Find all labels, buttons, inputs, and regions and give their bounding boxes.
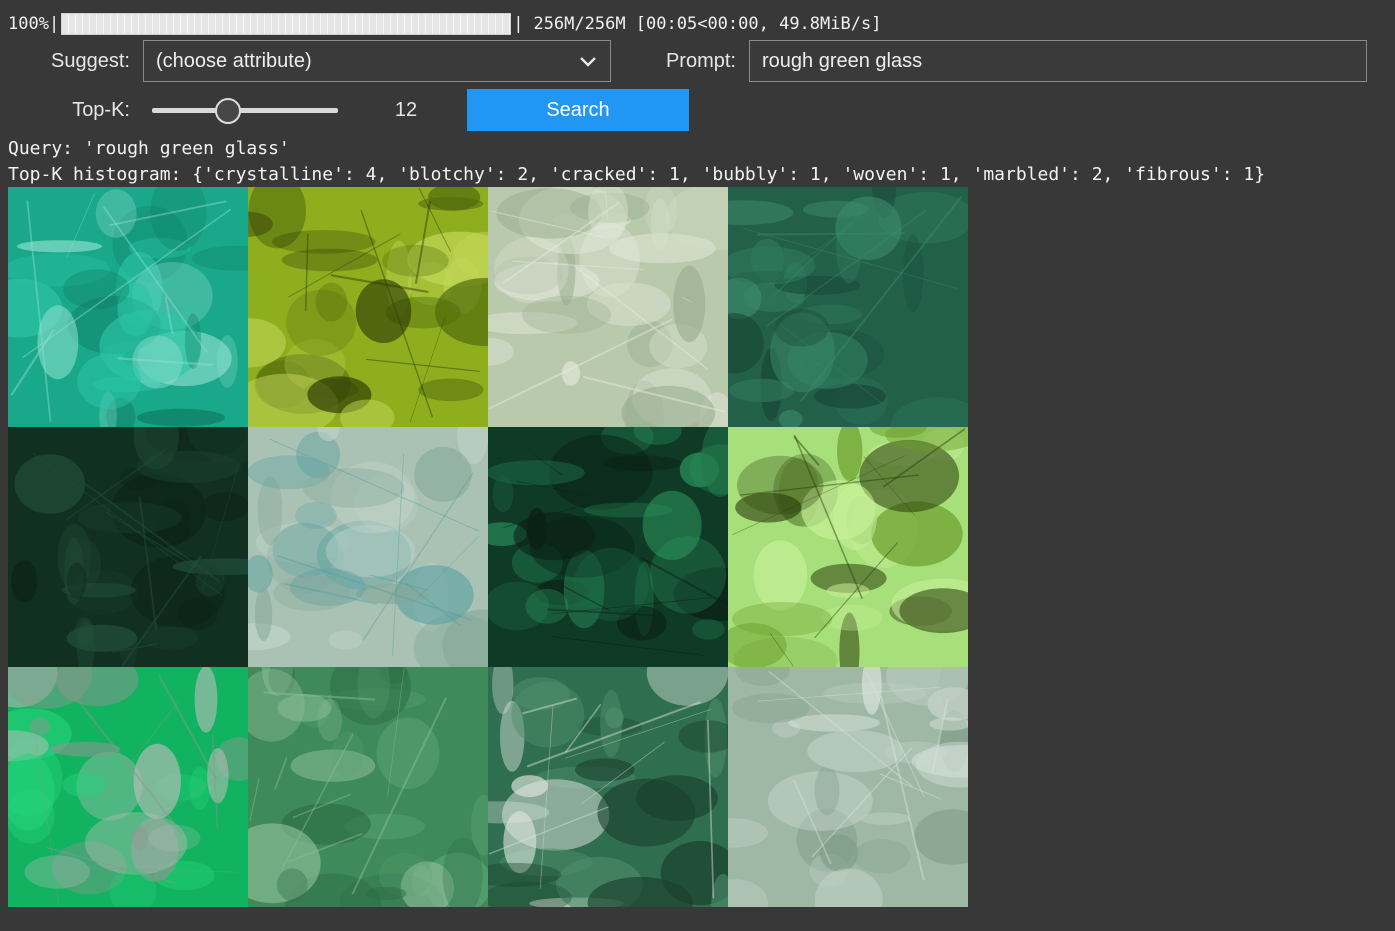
prompt-input[interactable]: [749, 40, 1367, 82]
download-progress: 100% | | 256M/256M [00:05<00:00, 49.8MiB…: [8, 12, 881, 36]
progress-bar: [61, 13, 512, 35]
results-grid: [8, 187, 968, 907]
result-emerald-pebbles: [488, 667, 728, 907]
progress-right-sep: |: [513, 14, 524, 34]
suggest-selected-value: (choose attribute): [156, 49, 312, 72]
result-emerald-crystals-image: [8, 667, 248, 907]
suggest-dropdown[interactable]: (choose attribute): [143, 40, 611, 82]
result-pale-marble-image: [488, 187, 728, 427]
topk-slider-track: [152, 108, 338, 113]
result-lime-blotchy: [248, 187, 488, 427]
result-rough-green-stone-image: [248, 667, 488, 907]
result-dark-green-marble: [728, 187, 968, 427]
chevron-down-icon: [580, 57, 596, 67]
result-teal-crystal: [8, 187, 248, 427]
topk-slider[interactable]: [152, 96, 338, 124]
result-cracked-glass-image: [248, 427, 488, 667]
result-cracked-glass: [248, 427, 488, 667]
result-pale-marble: [488, 187, 728, 427]
result-lime-blotchy-image: [248, 187, 488, 427]
result-fibrous-malachite-image: [488, 427, 728, 667]
topk-value: 12: [394, 99, 418, 121]
query-output: Query: 'rough green glass': [8, 138, 290, 159]
result-pale-green-quartz: [728, 667, 968, 907]
result-emerald-pebbles-image: [488, 667, 728, 907]
search-button[interactable]: Search: [467, 89, 689, 131]
result-bubbly-glass-image: [728, 427, 968, 667]
result-dark-woven-image: [8, 427, 248, 667]
suggest-label: Suggest:: [51, 50, 130, 72]
histogram-output: Top-K histogram: {'crystalline': 4, 'blo…: [8, 164, 1266, 185]
result-dark-woven: [8, 427, 248, 667]
progress-stats: 256M/256M [00:05<00:00, 49.8MiB/s]: [533, 14, 882, 34]
topk-label: Top-K:: [72, 99, 130, 121]
result-pale-green-quartz-image: [728, 667, 968, 907]
prompt-label: Prompt:: [665, 50, 736, 72]
topk-slider-handle[interactable]: [215, 98, 242, 124]
progress-percent: 100%: [8, 14, 49, 34]
result-dark-green-marble-image: [728, 187, 968, 427]
progress-bar-fill: [62, 14, 511, 34]
result-rough-green-stone: [248, 667, 488, 907]
progress-left-sep: |: [48, 14, 60, 34]
result-bubbly-glass: [728, 427, 968, 667]
result-fibrous-malachite: [488, 427, 728, 667]
result-teal-crystal-image: [8, 187, 248, 427]
result-emerald-crystals: [8, 667, 248, 907]
